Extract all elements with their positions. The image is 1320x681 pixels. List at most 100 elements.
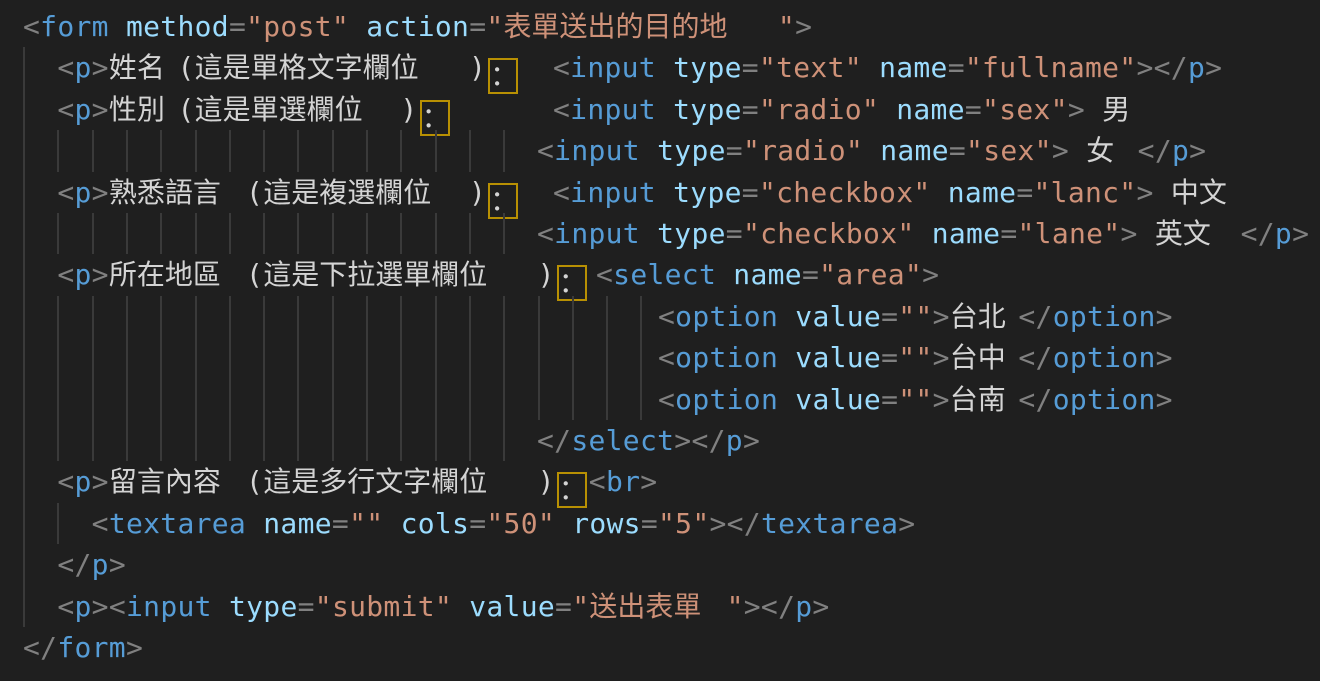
token-tag: option [1053, 341, 1156, 374]
token-cjk: 這是單選欄位 [195, 89, 401, 130]
indent-guide [229, 379, 231, 420]
token-ang: </ [1018, 383, 1052, 416]
indent-guide [503, 296, 505, 337]
indent-guide [503, 420, 505, 461]
token-ang: < [57, 590, 74, 623]
code-segment: </p> [23, 544, 126, 585]
indent-guide [435, 337, 437, 378]
indent-guide [332, 296, 334, 337]
token-sp [931, 176, 948, 209]
token-ang: > [1120, 217, 1137, 250]
indent-guide [92, 379, 94, 420]
token-cjk: 這是單格文字欄位 [195, 47, 469, 88]
code-line: <p>留言內容(這是多行文字欄位)：<br> [0, 461, 1320, 502]
indent-guide [572, 379, 574, 420]
token-attr: type [673, 51, 742, 84]
indent-guide [640, 296, 642, 337]
token-sp [879, 93, 896, 126]
token-str: "post" [246, 10, 349, 43]
token-attr: value [795, 383, 881, 416]
token-eq: = [881, 383, 898, 416]
indent-guide [435, 296, 437, 337]
indent-guide [263, 337, 265, 378]
token-ang: </ [691, 424, 725, 457]
code-segment: <p><input type="submit" value="送出表單"></p… [23, 586, 830, 627]
code-line: </form> [0, 627, 1320, 668]
token-attr: type [229, 590, 298, 623]
indent-guide [297, 379, 299, 420]
token-txt: ) [469, 176, 486, 209]
token-cjk: 男 [1102, 89, 1136, 130]
token-sp [1138, 217, 1155, 250]
indent-guide [366, 130, 368, 171]
code-line: <p>所在地區(這是下拉選單欄位)：<select name="area"> [0, 254, 1320, 295]
indent-guide [332, 213, 334, 254]
token-tag: option [1053, 300, 1156, 333]
token-cjk: 台北 [950, 296, 1019, 337]
token-ang: > [1189, 134, 1206, 167]
token-sp [383, 507, 400, 540]
token-ang: < [57, 258, 74, 291]
code-segment: <p>留言內容(這是多行文字欄位)：<br> [23, 461, 657, 508]
token-attr: type [673, 176, 742, 209]
indent-guide [332, 420, 334, 461]
token-ang: < [658, 341, 675, 374]
code-segment: <option value="">台南</option> [658, 379, 1173, 420]
indent-guide [366, 213, 368, 254]
indent-guide [263, 130, 265, 171]
indent-guide [229, 213, 231, 254]
token-eq: = [555, 590, 572, 623]
indent-guide [572, 337, 574, 378]
token-ang: < [23, 10, 40, 43]
indent-guide [297, 213, 299, 254]
token-sp [1069, 134, 1086, 167]
code-editor[interactable]: <form method="post" action="表單送出的目的地"> <… [0, 0, 1320, 681]
token-tag: p [75, 258, 92, 291]
token-ang: < [553, 51, 570, 84]
token-attr: value [795, 341, 881, 374]
token-ang: > [922, 258, 939, 291]
token-str: " [572, 590, 589, 623]
token-eq: = [881, 341, 898, 374]
token-ang: </ [761, 590, 795, 623]
token-str: " [486, 10, 503, 43]
token-ang: </ [1138, 134, 1172, 167]
token-str: " [778, 10, 795, 43]
indent-guide [229, 130, 231, 171]
token-scjk: 送出表單 [589, 586, 726, 627]
token-ang: </ [1241, 217, 1275, 250]
indent-guide [57, 337, 59, 378]
token-ang: < [57, 465, 74, 498]
token-str: "sex" [982, 93, 1068, 126]
token-sp [862, 51, 879, 84]
token-eq: = [742, 176, 759, 209]
code-segment: <input type="text" name="fullname"></p> [553, 47, 1222, 88]
token-tag: textarea [109, 507, 246, 540]
indent-guide [57, 379, 59, 420]
token-txt: ( [177, 51, 194, 84]
token-str: "area" [819, 258, 922, 291]
token-ang: > [126, 631, 143, 664]
indent-guide [538, 379, 540, 420]
token-ang: ></ [1136, 51, 1187, 84]
token-str: "checkbox" [743, 217, 915, 250]
token-tag: select [613, 258, 716, 291]
token-ang: > [795, 10, 812, 43]
token-str: "radio" [743, 134, 863, 167]
indent-guide [332, 130, 334, 171]
indent-guide [263, 420, 265, 461]
token-txt: ) [538, 465, 555, 498]
token-ang: > [92, 93, 109, 126]
token-eq: = [949, 134, 966, 167]
token-tag: p [1188, 51, 1205, 84]
token-cjk: 這是下拉選單欄位 [263, 254, 537, 295]
token-txt: ( [246, 176, 263, 209]
indent-guide [469, 296, 471, 337]
indent-guide [160, 130, 162, 171]
token-str: "lanc" [1034, 176, 1137, 209]
token-ang: </ [23, 631, 57, 664]
token-sp [212, 590, 229, 623]
code-segment: <p>熟悉語言(這是複選欄位)： [23, 172, 520, 219]
token-sp [23, 93, 57, 126]
token-attr: name [263, 507, 332, 540]
